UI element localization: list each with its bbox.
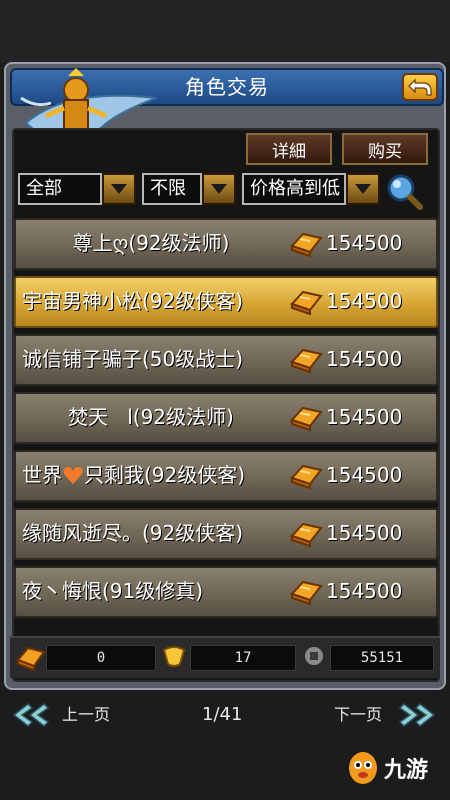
listing-row[interactable]: 夜丶悔恨(91级修真) 154500 [14,566,438,618]
listing-row[interactable]: 缘随风逝尽。(92级侠客) 154500 [14,508,438,560]
level-dropdown-button[interactable] [202,173,236,205]
listing-price: 154500 [326,231,403,255]
gold-bar-icon [290,232,323,258]
back-arrow-icon [408,78,432,96]
listing-price: 154500 [326,463,403,487]
listing-price: 154500 [326,405,403,429]
listing-row[interactable]: 诚信铺子骗子(50级战士) 154500 [14,334,438,386]
gold-bar-icon [290,406,323,432]
category-select[interactable]: 全部 [18,173,102,205]
gold-bar-icon [16,646,46,672]
listing-price: 154500 [326,579,403,603]
listing-name: 夜丶悔恨(91级修真) [22,579,204,603]
coins-count: 55151 [330,645,434,671]
watermark-text: 九游 [384,758,429,783]
back-button[interactable] [402,73,438,101]
next-page-link[interactable]: 下一页 [334,700,382,730]
detail-button[interactable]: 详細 [246,133,332,165]
ingot-count: 17 [190,645,296,671]
listing-name: 尊上ღ(92级法师) [72,231,230,255]
listing-row[interactable]: 尊上ღ(92级法师) 154500 [14,218,438,270]
listing-price: 154500 [326,347,403,371]
coin-icon [303,645,325,667]
sort-select[interactable]: 价格高到低 [242,173,346,205]
gold-bar-icon [290,464,323,490]
chevron-down-icon [211,184,227,194]
listing-name: 世界 只剩我(92级侠客) [22,452,280,500]
mascot-logo-icon [349,752,377,784]
ingot-icon [162,646,186,667]
double-chevron-right-icon[interactable] [396,702,440,728]
gold-bar-icon [290,290,323,316]
heart-icon [63,466,83,484]
chevron-down-icon [355,184,371,194]
page-indicator: 1/41 [202,704,243,725]
level-select[interactable]: 不限 [142,173,202,205]
listing-row[interactable]: 焚天 l(92级法师) 154500 [14,392,438,444]
chevron-down-icon [111,184,127,194]
listing-name: 焚天 l(92级法师) [68,405,234,429]
listing-row[interactable]: 宇宙男神小松(92级侠客) 154500 [14,276,438,328]
listing-name-text: 只剩我(92级侠客) [84,463,246,487]
gold-bar-icon [290,348,323,374]
status-area [0,0,450,62]
listing-row[interactable]: 世界 只剩我(92级侠客) 154500 [14,450,438,502]
gold-bar-icon [290,580,323,606]
listing-name: 诚信铺子骗子(50级战士) [22,347,244,371]
search-icon[interactable] [384,171,424,211]
listing-price: 154500 [326,289,403,313]
buy-button[interactable]: 购买 [342,133,428,165]
gold-bar-icon [290,522,323,548]
category-dropdown-button[interactable] [102,173,136,205]
listing-name: 缘随风逝尽。(92级侠客) [22,521,244,545]
prev-page-link[interactable]: 上一页 [62,700,110,730]
listing-name-prefix: 世界 [22,463,62,487]
sort-dropdown-button[interactable] [346,173,380,205]
gold-count: 0 [46,645,156,671]
listing-price: 154500 [326,521,403,545]
listing-name: 宇宙男神小松(92级侠客) [22,289,244,313]
double-chevron-left-icon[interactable] [8,702,52,728]
